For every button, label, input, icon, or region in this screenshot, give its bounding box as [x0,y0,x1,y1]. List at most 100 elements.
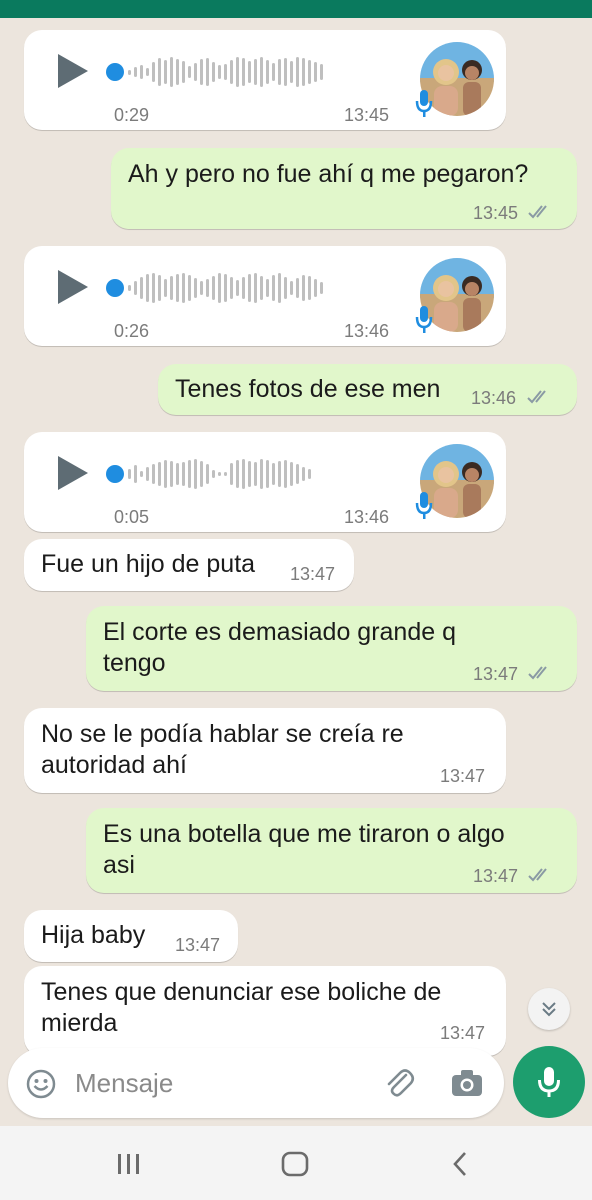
waveform-bar [158,275,161,301]
waveform-bar [230,277,233,299]
waveform-bar [152,464,155,484]
waveform-bar [188,460,191,488]
audio-waveform[interactable] [128,266,323,310]
voice-record-button[interactable] [513,1046,585,1118]
microphone-icon [538,1067,560,1097]
incoming-message: Tenes que denunciar ese boliche de mierd… [24,966,506,1056]
waveform-bar [266,60,269,84]
waveform-bar [206,58,209,86]
waveform-bar [290,61,293,83]
waveform-bar [140,471,143,477]
outgoing-message: Es una botella que me tiraron o algo asi… [86,808,577,893]
waveform-bar [266,279,269,297]
scroll-to-bottom-button[interactable] [528,988,570,1030]
waveform-bar [260,276,263,300]
waveform-bar [248,61,251,83]
waveform-bar [164,279,167,297]
waveform-bar [212,470,215,478]
waveform-bar [140,277,143,299]
waveform-bar [146,467,149,481]
play-icon[interactable] [58,456,88,490]
message-text: Tenes fotos de ese men [175,375,441,403]
outgoing-message: Ah y pero no fue ahí q me pegaron? 13:45 [111,148,577,229]
read-ticks-icon [528,868,547,882]
waveform-bar [206,464,209,484]
waveform-bar [218,472,221,476]
waveform-bar [128,285,131,291]
message-text-line2: mierda [41,1009,118,1037]
waveform-bar [170,57,173,87]
waveform-bar [266,460,269,488]
waveform-bar [290,462,293,486]
message-text: Ah y pero no fue ahí q me pegaron? [128,160,529,188]
waveform-bar [230,60,233,84]
message-time: 13:47 [440,766,486,786]
message-time: 13:47 [290,564,336,584]
waveform-bar [224,274,227,302]
message-text-line2: tengo [103,649,166,677]
playback-position-handle[interactable] [106,279,124,297]
play-icon[interactable] [58,270,88,304]
playback-position-handle[interactable] [106,63,124,81]
waveform-bar [296,57,299,87]
waveform-bar [272,63,275,81]
message-text-line1: El corte es demasiado grande q [103,618,456,646]
waveform-bar [128,69,131,75]
waveform-bar [152,62,155,82]
message-text-line2: autoridad ahí [41,751,187,779]
chat-area[interactable]: 0:29 13:45 Ah y pero no fue ahí q me peg… [0,18,592,1060]
message-text-line1: Es una botella que me tiraron o algo [103,820,505,848]
waveform-bar [158,462,161,486]
waveform-bar [200,59,203,85]
waveform-bar [230,463,233,485]
audio-waveform[interactable] [128,50,323,94]
message-composer[interactable]: Mensaje [8,1048,504,1118]
paperclip-icon[interactable] [382,1066,416,1100]
waveform-bar [200,461,203,487]
waveform-bar [278,461,281,487]
read-ticks-icon [528,666,547,680]
waveform-bar [296,464,299,484]
outgoing-message: Tenes fotos de ese men 13:46 [158,364,577,415]
waveform-bar [176,274,179,302]
voice-message: 0:05 13:46 [24,432,506,532]
recent-apps-icon[interactable] [116,1152,142,1176]
home-icon[interactable] [281,1151,309,1177]
waveform-bar [320,64,323,80]
playback-position-handle[interactable] [106,465,124,483]
waveform-bar [188,275,191,301]
waveform-bar [134,67,137,77]
read-ticks-icon [528,205,547,219]
waveform-bar [236,57,239,87]
message-time: 13:45 [473,203,519,223]
waveform-bar [236,280,239,296]
back-icon[interactable] [450,1151,470,1177]
message-time: 13:45 [344,105,390,125]
waveform-bar [182,61,185,83]
incoming-message: No se le podía hablar se creía re autori… [24,708,506,793]
waveform-bar [242,277,245,299]
waveform-bar [236,460,239,488]
waveform-bar [320,282,323,294]
waveform-bar [302,275,305,301]
waveform-bar [146,274,149,302]
message-time: 13:46 [471,388,517,408]
waveform-bar [194,63,197,81]
waveform-bar [254,273,257,303]
waveform-bar [206,279,209,297]
emoji-icon[interactable] [25,1068,57,1100]
camera-icon[interactable] [450,1067,484,1099]
play-icon[interactable] [58,54,88,88]
message-text-line2: asi [103,851,135,879]
waveform-bar [296,278,299,298]
voice-duration: 0:05 [114,507,150,527]
waveform-bar [302,467,305,481]
waveform-bar [284,58,287,86]
waveform-bar [308,60,311,84]
message-time: 13:46 [344,321,390,341]
waveform-bar [284,460,287,488]
message-input[interactable]: Mensaje [75,1068,173,1099]
audio-waveform[interactable] [128,452,311,496]
waveform-bar [278,273,281,303]
waveform-bar [176,59,179,85]
